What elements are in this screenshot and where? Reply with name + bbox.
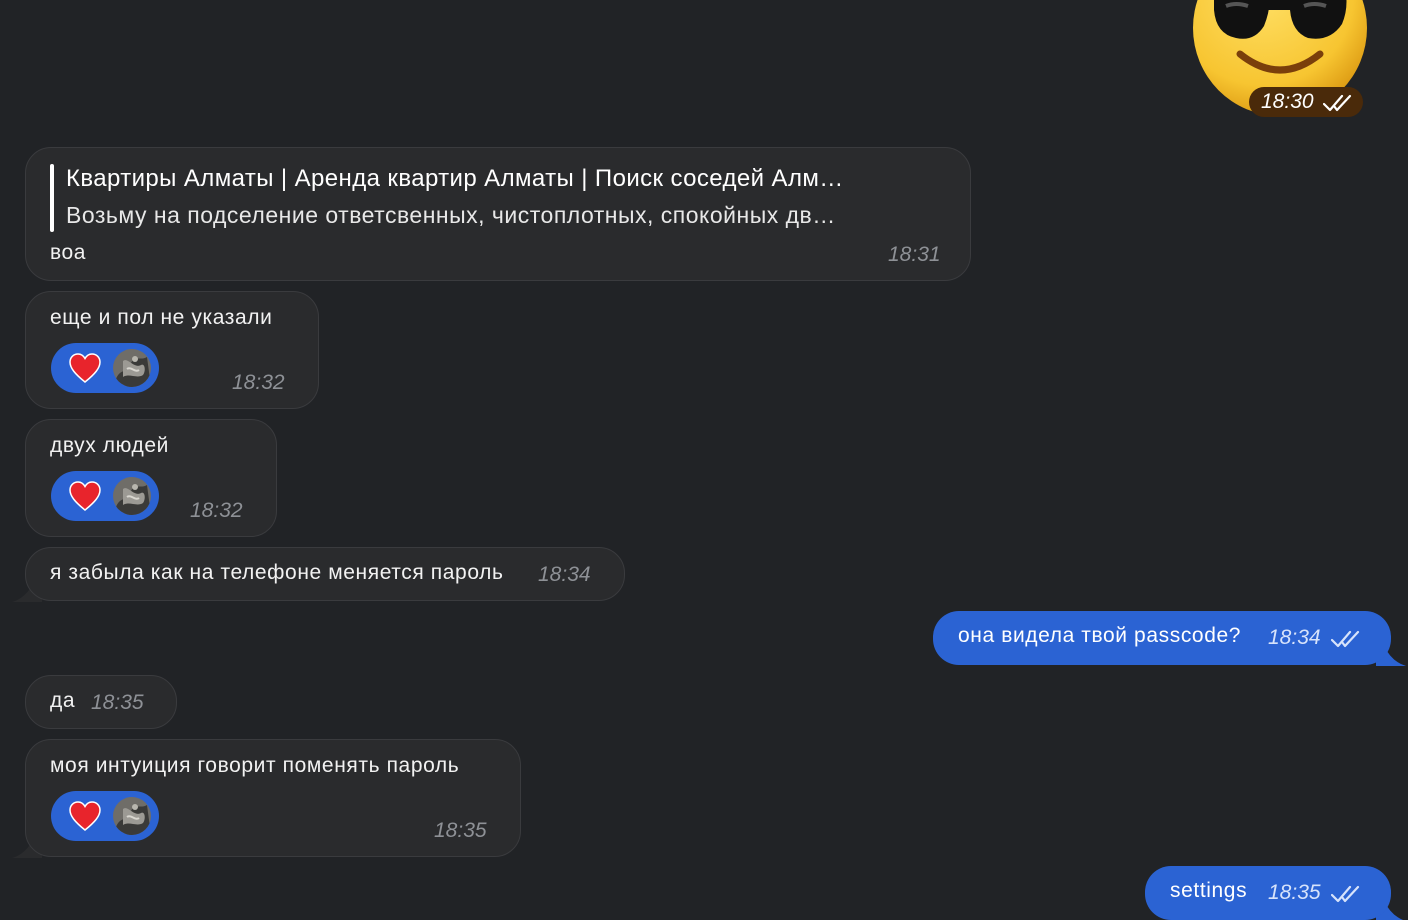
message-bubble[interactable]: я забыла как на телефоне меняется пароль… — [25, 547, 625, 601]
reaction-pill[interactable] — [51, 471, 159, 521]
reactor-avatar — [113, 797, 151, 835]
reaction-pill[interactable] — [51, 791, 159, 841]
message-bubble[interactable]: settings 18:35 — [1145, 866, 1391, 920]
message-time: 18:35 — [91, 691, 144, 714]
message-time: 18:34 — [538, 563, 591, 586]
message-text: я забыла как на телефоне меняется пароль — [50, 561, 504, 584]
message-time: 18:35 — [1268, 881, 1321, 904]
sticker-message[interactable]: 18:30 — [1192, 0, 1368, 120]
reaction-pill[interactable] — [51, 343, 159, 393]
message-time: 18:35 — [434, 819, 487, 842]
message-bubble[interactable]: Квартиры Алматы | Аренда квартир Алматы … — [25, 147, 971, 281]
read-checks-icon — [1331, 629, 1363, 649]
read-checks-icon — [1323, 93, 1355, 113]
sticker-timestamp: 18:30 — [1249, 87, 1363, 117]
message-text: моя интуиция говорит поменять пароль — [50, 754, 460, 777]
message-text: двух людей — [50, 434, 169, 457]
message-text: да — [50, 689, 76, 712]
message-time: 18:30 — [1261, 90, 1314, 113]
message-text: она видела твой passcode? — [958, 624, 1242, 647]
message-bubble[interactable]: еще и пол не указали 18:32 — [25, 291, 319, 409]
message-time: 18:32 — [232, 371, 285, 394]
message-bubble[interactable]: двух людей 18:32 — [25, 419, 277, 537]
reply-quote-title[interactable]: Квартиры Алматы | Аренда квартир Алматы … — [66, 165, 844, 193]
message-text: еще и пол не указали — [50, 306, 273, 329]
message-bubble[interactable]: да 18:35 — [25, 675, 177, 729]
reactor-avatar — [113, 477, 151, 515]
message-bubble[interactable]: моя интуиция говорит поменять пароль 18:… — [25, 739, 521, 857]
heart-reaction-icon — [69, 801, 101, 831]
heart-reaction-icon — [69, 481, 101, 511]
message-text: settings — [1170, 879, 1248, 902]
message-time: 18:31 — [888, 243, 941, 266]
message-time: 18:34 — [1268, 626, 1321, 649]
heart-reaction-icon — [69, 353, 101, 383]
reply-quote-text[interactable]: Возьму на подселение ответсвенных, чисто… — [66, 202, 836, 229]
message-time: 18:32 — [190, 499, 243, 522]
chat-window: 18:30 Квартиры Алматы | Аренда квартир А… — [0, 0, 1408, 920]
message-text: воа — [50, 241, 87, 264]
reactor-avatar — [113, 349, 151, 387]
reply-quote-bar — [50, 164, 54, 232]
read-checks-icon — [1331, 884, 1363, 904]
message-bubble[interactable]: она видела твой passcode? 18:34 — [933, 611, 1391, 665]
